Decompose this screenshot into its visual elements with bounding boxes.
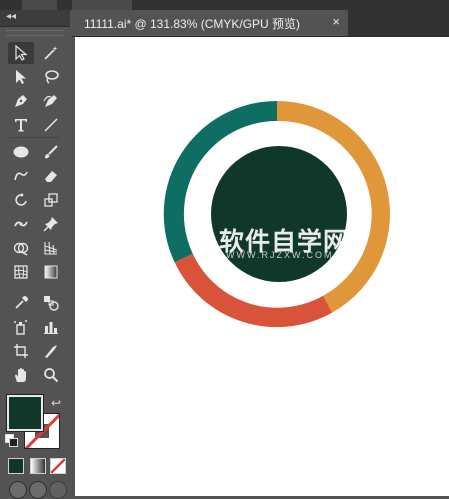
pen-tool[interactable] — [8, 90, 34, 112]
rotate-icon — [15, 193, 27, 206]
title-bar-segment — [22, 0, 57, 10]
column-graph-icon — [44, 322, 58, 334]
curvature-pen-icon — [43, 95, 57, 107]
gradient-mode-button[interactable] — [30, 458, 46, 474]
fill-swatch[interactable] — [7, 395, 43, 431]
shape-builder-icon — [13, 242, 29, 256]
paintbrush-icon — [45, 145, 58, 159]
pen-nib-icon — [15, 95, 27, 107]
magnifier-icon — [44, 368, 59, 383]
close-tab-icon[interactable]: × — [332, 14, 340, 29]
symbol-sprayer-icon — [14, 320, 27, 335]
document-tab[interactable]: 11111.ai* @ 131.83% (CMYK/GPU 预览) × — [72, 10, 348, 36]
title-bar-segment — [72, 0, 132, 10]
default-fill-stroke-icon[interactable] — [5, 434, 18, 447]
scale-tool[interactable] — [38, 189, 64, 211]
swap-fill-stroke-icon[interactable]: ↩ — [51, 396, 61, 410]
document-tab-bar: 11111.ai* @ 131.83% (CMYK/GPU 预览) × — [72, 10, 449, 37]
eyedropper-icon — [15, 296, 28, 309]
blend-tool[interactable] — [38, 292, 64, 314]
none-mode-button[interactable] — [50, 458, 66, 474]
pushpin-icon — [43, 217, 58, 232]
draw-normal-mode-button[interactable] — [9, 481, 27, 499]
document-tab-title: 11111.ai* @ 131.83% (CMYK/GPU 预览) — [84, 16, 301, 31]
line-segment-icon — [44, 118, 58, 132]
ellipse-icon — [13, 146, 29, 158]
artboard-canvas[interactable]: 软件自学网 WWW.RJZXW.COM — [75, 37, 449, 496]
mesh-grid-icon — [14, 265, 28, 279]
column-graph-tool[interactable] — [38, 316, 64, 338]
eraser-tool[interactable] — [38, 165, 64, 187]
hand-tool[interactable] — [8, 364, 34, 386]
hand-icon — [15, 368, 26, 382]
puppet-warp-icon — [14, 221, 28, 227]
type-tool[interactable] — [8, 114, 34, 136]
paintbrush-tool[interactable] — [38, 141, 64, 163]
lasso-tool[interactable] — [38, 66, 64, 88]
curvature-tool[interactable] — [38, 90, 64, 112]
symbol-sprayer-tool[interactable] — [8, 316, 34, 338]
center-circle[interactable] — [211, 146, 347, 282]
blend-icon — [44, 296, 59, 311]
shaper-icon — [14, 171, 28, 181]
draw-behind-mode-button[interactable] — [29, 481, 47, 499]
artboard-icon — [14, 344, 28, 358]
type-t-icon — [15, 119, 27, 132]
panel-grip[interactable] — [6, 30, 64, 36]
tools-panel: ◂◂ ↩ — [0, 10, 70, 499]
color-mode-button[interactable] — [8, 458, 24, 474]
shaper-tool[interactable] — [8, 165, 34, 187]
zoom-tool[interactable] — [38, 364, 64, 386]
tools-panel-header: ◂◂ — [0, 10, 70, 27]
mesh-tool[interactable] — [8, 261, 34, 283]
free-transform-tool[interactable] — [38, 213, 64, 235]
shape-builder-tool[interactable] — [8, 237, 34, 259]
donut-artwork[interactable] — [160, 97, 394, 331]
toolbar-separator — [10, 137, 60, 138]
direct-selection-arrow-icon — [16, 70, 26, 84]
selection-tool[interactable] — [8, 42, 34, 64]
gradient-tool[interactable] — [38, 261, 64, 283]
slice-tool[interactable] — [38, 340, 64, 362]
magic-wand-tool[interactable] — [38, 42, 64, 64]
watermark-url: WWW.RJZXW.COM — [226, 250, 334, 260]
rotate-tool[interactable] — [8, 189, 34, 211]
perspective-grid-icon — [44, 241, 58, 255]
draw-inside-mode-button[interactable] — [49, 481, 67, 499]
gradient-icon — [44, 265, 58, 279]
selection-arrow-icon — [15, 45, 28, 61]
scale-icon — [44, 193, 58, 207]
direct-selection-tool[interactable] — [8, 66, 34, 88]
eraser-icon — [45, 171, 57, 182]
line-segment-tool[interactable] — [38, 114, 64, 136]
application-title-bar — [0, 0, 449, 10]
lasso-icon — [45, 70, 59, 84]
puppet-warp-tool[interactable] — [8, 213, 34, 235]
artboard-tool[interactable] — [8, 340, 34, 362]
slice-knife-icon — [45, 345, 57, 358]
ellipse-tool[interactable] — [8, 141, 34, 163]
magic-wand-icon — [44, 46, 58, 60]
collapse-panel-icon[interactable]: ◂◂ — [6, 11, 16, 22]
perspective-grid-tool[interactable] — [38, 237, 64, 259]
eyedropper-tool[interactable] — [8, 292, 34, 314]
